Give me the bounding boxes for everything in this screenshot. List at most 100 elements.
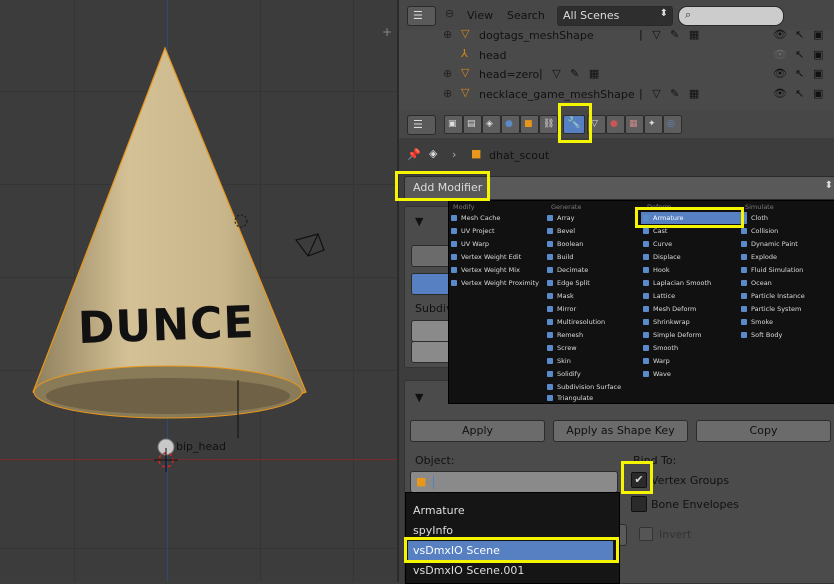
- menu-item-screw[interactable]: Screw: [547, 342, 577, 354]
- pin-icon[interactable]: 📌: [407, 148, 421, 161]
- collapse-icon[interactable]: ⊖: [445, 7, 454, 20]
- subdiv-levels-field[interactable]: [411, 320, 453, 342]
- outliner-row[interactable]: ⊕ ▽ dogtags_meshShape | ▽ ✎ ▦ 👁 ↖ ▣: [399, 26, 834, 46]
- tab-modifiers[interactable]: 🔧: [563, 115, 585, 134]
- selectable-cursor-icon[interactable]: ↖: [795, 87, 804, 100]
- object-option-selected[interactable]: vsDmxIO Scene: [408, 541, 613, 560]
- dunce-cone-model[interactable]: [0, 0, 397, 582]
- tab-texture[interactable]: ▦: [625, 115, 644, 134]
- menu-item-array[interactable]: Array: [547, 212, 575, 224]
- menu-item-particle-system[interactable]: Particle System: [741, 303, 801, 315]
- outliner-row[interactable]: ⅄ head 👁 ↖ ▣: [399, 46, 834, 66]
- menu-item-ocean[interactable]: Ocean: [741, 277, 772, 289]
- menu-item-cast[interactable]: Cast: [643, 225, 667, 237]
- apply-as-shape-key-button[interactable]: Apply as Shape Key: [553, 420, 688, 442]
- modifier-icons[interactable]: | ▽ ✎ ▦: [539, 67, 602, 80]
- object-option[interactable]: vsDmxIO Scene.001: [413, 561, 524, 580]
- menu-item-hook[interactable]: Hook: [643, 264, 670, 276]
- menu-item-displace[interactable]: Displace: [643, 251, 681, 263]
- modifier-icons[interactable]: | ▽ ✎ ▦: [639, 28, 702, 41]
- render-camera-icon[interactable]: ▣: [813, 87, 823, 100]
- menu-item-vertex-weight-proximity[interactable]: Vertex Weight Proximity: [451, 277, 539, 289]
- render-camera-icon[interactable]: ▣: [813, 67, 823, 80]
- breadcrumb-object-name[interactable]: dhat_scout: [489, 149, 549, 162]
- camera-icon[interactable]: [294, 232, 326, 258]
- expand-icon[interactable]: ⊕: [443, 67, 452, 80]
- menu-item-boolean[interactable]: Boolean: [547, 238, 583, 250]
- invert-checkbox[interactable]: [639, 527, 653, 541]
- menu-item-warp[interactable]: Warp: [643, 355, 670, 367]
- menu-item-multiresolution[interactable]: Multiresolution: [547, 316, 605, 328]
- menu-item-remesh[interactable]: Remesh: [547, 329, 583, 341]
- tab-physics[interactable]: ◎: [663, 115, 682, 134]
- menu-item-dynamic-paint[interactable]: Dynamic Paint: [741, 238, 798, 250]
- menu-item-solidify[interactable]: Solidify: [547, 368, 581, 380]
- menu-item-bevel[interactable]: Bevel: [547, 225, 575, 237]
- menu-item-mesh-deform[interactable]: Mesh Deform: [643, 303, 696, 315]
- editor-type-button[interactable]: ☰: [407, 6, 436, 26]
- tab-render[interactable]: ▣: [444, 115, 463, 134]
- menu-item-smooth[interactable]: Smooth: [643, 342, 678, 354]
- menu-item-simple-deform[interactable]: Simple Deform: [643, 329, 701, 341]
- tab-material[interactable]: ●: [606, 115, 625, 134]
- menu-item-smoke[interactable]: Smoke: [741, 316, 773, 328]
- tab-particles[interactable]: ✦: [644, 115, 663, 134]
- 3d-viewport[interactable]: DUNCE bip_head +: [0, 0, 397, 582]
- tab-constraints[interactable]: ⛓: [539, 115, 558, 134]
- object-field[interactable]: ■: [410, 471, 618, 493]
- visibility-eye-icon[interactable]: 👁: [773, 67, 787, 80]
- tab-object[interactable]: ■: [520, 115, 539, 134]
- menu-item-mask[interactable]: Mask: [547, 290, 574, 302]
- menu-item-vertex-weight-mix[interactable]: Vertex Weight Mix: [451, 264, 520, 276]
- tab-scene[interactable]: ◈: [482, 115, 501, 134]
- collapse-triangle-icon[interactable]: ▼: [415, 391, 423, 404]
- menu-item-triangulate[interactable]: Triangulate: [547, 392, 593, 404]
- object-option[interactable]: Armature: [413, 501, 465, 520]
- menu-item-laplacian-smooth[interactable]: Laplacian Smooth: [643, 277, 711, 289]
- menu-item-mesh-cache[interactable]: Mesh Cache: [451, 212, 500, 224]
- visibility-eye-icon[interactable]: 👁: [773, 28, 787, 41]
- menu-item-edge-split[interactable]: Edge Split: [547, 277, 590, 289]
- menu-item-vertex-weight-edit[interactable]: Vertex Weight Edit: [451, 251, 521, 263]
- menu-item-lattice[interactable]: Lattice: [643, 290, 675, 302]
- menu-item-soft-body[interactable]: Soft Body: [741, 329, 782, 341]
- viewport-corner-plus-icon[interactable]: +: [382, 25, 392, 39]
- visibility-eye-icon[interactable]: 👁: [773, 87, 787, 100]
- menu-item-armature[interactable]: Armature: [641, 212, 747, 224]
- editor-type-button[interactable]: ☰: [407, 115, 436, 135]
- menu-item-skin[interactable]: Skin: [547, 355, 571, 367]
- lamp-icon[interactable]: [232, 208, 252, 234]
- tab-data[interactable]: ▽: [587, 115, 606, 134]
- search-menu[interactable]: Search: [507, 9, 545, 22]
- scene-filter-dropdown[interactable]: All Scenes ⬍: [557, 6, 673, 26]
- bone-envelopes-checkbox[interactable]: [631, 496, 647, 512]
- tab-render-layers[interactable]: ▤: [463, 115, 482, 134]
- menu-item-decimate[interactable]: Decimate: [547, 264, 588, 276]
- subdiv-render-field[interactable]: [411, 341, 453, 363]
- add-modifier-button[interactable]: Add Modifier ⬍: [404, 176, 834, 200]
- selectable-cursor-icon[interactable]: ↖: [795, 48, 804, 61]
- menu-item-fluid-simulation[interactable]: Fluid Simulation: [741, 264, 803, 276]
- selectable-cursor-icon[interactable]: ↖: [795, 28, 804, 41]
- selectable-cursor-icon[interactable]: ↖: [795, 67, 804, 80]
- object-option[interactable]: spyInfo: [413, 521, 453, 540]
- vertex-groups-checkbox[interactable]: ✔: [631, 472, 647, 488]
- apply-button[interactable]: Apply: [410, 420, 545, 442]
- outliner-search-input[interactable]: ⌕: [678, 6, 784, 26]
- menu-item-collision[interactable]: Collision: [741, 225, 778, 237]
- mode-button-selected[interactable]: [411, 273, 453, 295]
- apply-button-hidden[interactable]: [411, 245, 453, 267]
- menu-item-shrinkwrap[interactable]: Shrinkwrap: [643, 316, 690, 328]
- outliner-row[interactable]: ⊕ ▽ necklace_game_meshShape | ▽ ✎ ▦ 👁 ↖ …: [399, 85, 834, 105]
- menu-item-particle-instance[interactable]: Particle Instance: [741, 290, 805, 302]
- tab-world[interactable]: ●: [501, 115, 520, 134]
- menu-item-build[interactable]: Build: [547, 251, 573, 263]
- view-menu[interactable]: View: [467, 9, 493, 22]
- menu-item-cloth[interactable]: Cloth: [741, 212, 768, 224]
- modifier-icons[interactable]: | ▽ ✎ ▦: [639, 87, 702, 100]
- render-camera-icon[interactable]: ▣: [813, 48, 823, 61]
- menu-item-uv-warp[interactable]: UV Warp: [451, 238, 489, 250]
- menu-item-wave[interactable]: Wave: [643, 368, 671, 380]
- menu-item-uv-project[interactable]: UV Project: [451, 225, 495, 237]
- outliner-row[interactable]: ⊕ ▽ head=zero | ▽ ✎ ▦ 👁 ↖ ▣: [399, 65, 834, 85]
